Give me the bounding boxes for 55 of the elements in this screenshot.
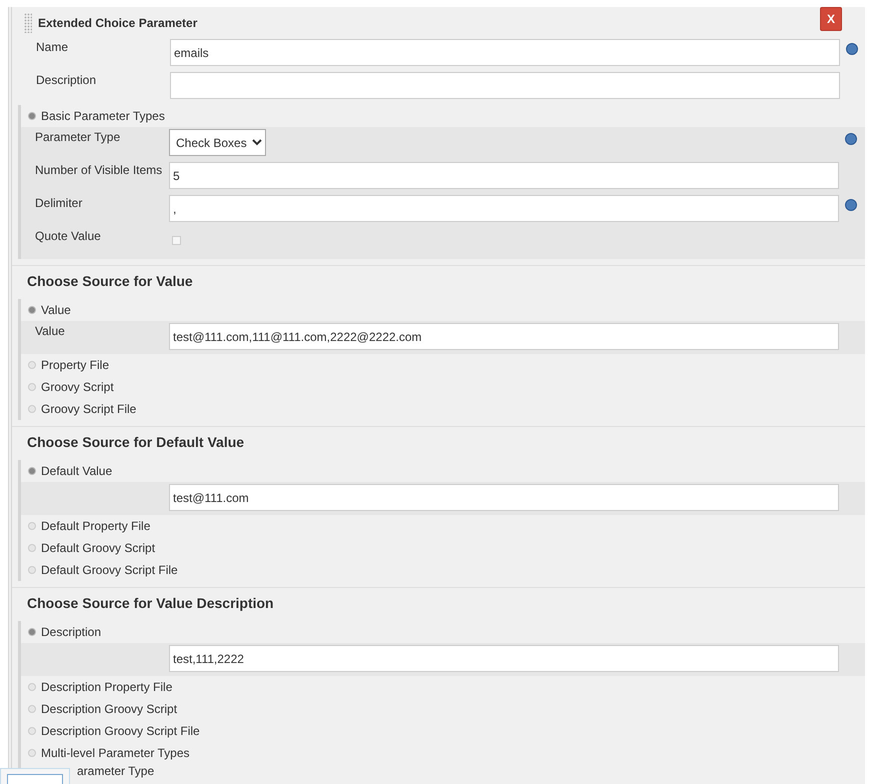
option-label: Groovy Script — [41, 380, 114, 394]
option-label: Value — [41, 303, 71, 317]
option-label: Description Groovy Script — [41, 702, 178, 716]
field-label: arameter Type — [77, 764, 154, 778]
option-label: Description Groovy Script File — [41, 724, 200, 738]
text-field[interactable]: test,111,2222 — [169, 645, 839, 672]
radio-button[interactable] — [28, 705, 36, 713]
radio-button[interactable] — [28, 361, 36, 369]
help-icon[interactable] — [846, 43, 858, 55]
field-label: Name — [36, 39, 70, 54]
radio-button[interactable] — [28, 467, 36, 475]
panel-title: Extended Choice Parameter — [38, 16, 198, 30]
text-field[interactable]: test@111.com — [169, 484, 839, 511]
option-label: Description — [41, 625, 102, 639]
text-field[interactable]: 5 — [169, 162, 839, 189]
radio-button[interactable] — [28, 566, 36, 574]
text-field[interactable]: , — [169, 195, 839, 222]
radio-button[interactable] — [28, 727, 36, 735]
option-label: Default Property File — [41, 519, 150, 533]
radio-button[interactable] — [28, 383, 36, 391]
radio-button[interactable] — [28, 306, 36, 314]
radio-button[interactable] — [28, 112, 36, 120]
help-icon[interactable] — [845, 199, 857, 211]
field-label: Number of Visible Items — [35, 162, 164, 177]
text-field[interactable] — [170, 72, 840, 99]
drag-handle-icon[interactable] — [24, 13, 32, 33]
option-label: Default Groovy Script File — [41, 563, 178, 577]
option-label: Property File — [41, 358, 110, 372]
parameter-type-select[interactable]: Check Boxes — [169, 129, 266, 156]
checkbox[interactable] — [172, 236, 181, 245]
option-label: Default Value — [41, 464, 112, 478]
field-label: Quote Value — [35, 228, 102, 243]
help-icon[interactable] — [845, 133, 857, 145]
radio-button[interactable] — [28, 749, 36, 757]
text-field[interactable]: test@111.com,111@111.com,2222@2222.com — [169, 323, 839, 350]
radio-button[interactable] — [28, 544, 36, 552]
field-label: Parameter Type — [35, 129, 122, 144]
radio-button[interactable] — [28, 628, 36, 636]
option-label: Basic Parameter Types — [41, 109, 165, 123]
radio-button[interactable] — [28, 683, 36, 691]
field-label: Description — [36, 72, 98, 87]
field-label: Value — [35, 324, 65, 338]
option-label: Default Groovy Script — [41, 541, 156, 555]
radio-button[interactable] — [28, 522, 36, 530]
section-heading: Choose Source for Value Description — [27, 595, 274, 611]
popup-button[interactable] — [7, 774, 63, 784]
option-label: Multi-level Parameter Types — [41, 746, 190, 760]
section-heading: Choose Source for Default Value — [27, 434, 244, 450]
section-heading: Choose Source for Value — [27, 273, 193, 289]
option-label: Description Property File — [41, 680, 172, 694]
text-field[interactable]: emails — [170, 39, 840, 66]
field-label: Delimiter — [35, 195, 84, 210]
delete-button[interactable]: X — [820, 7, 842, 31]
option-label: Groovy Script File — [41, 402, 136, 416]
radio-button[interactable] — [28, 405, 36, 413]
